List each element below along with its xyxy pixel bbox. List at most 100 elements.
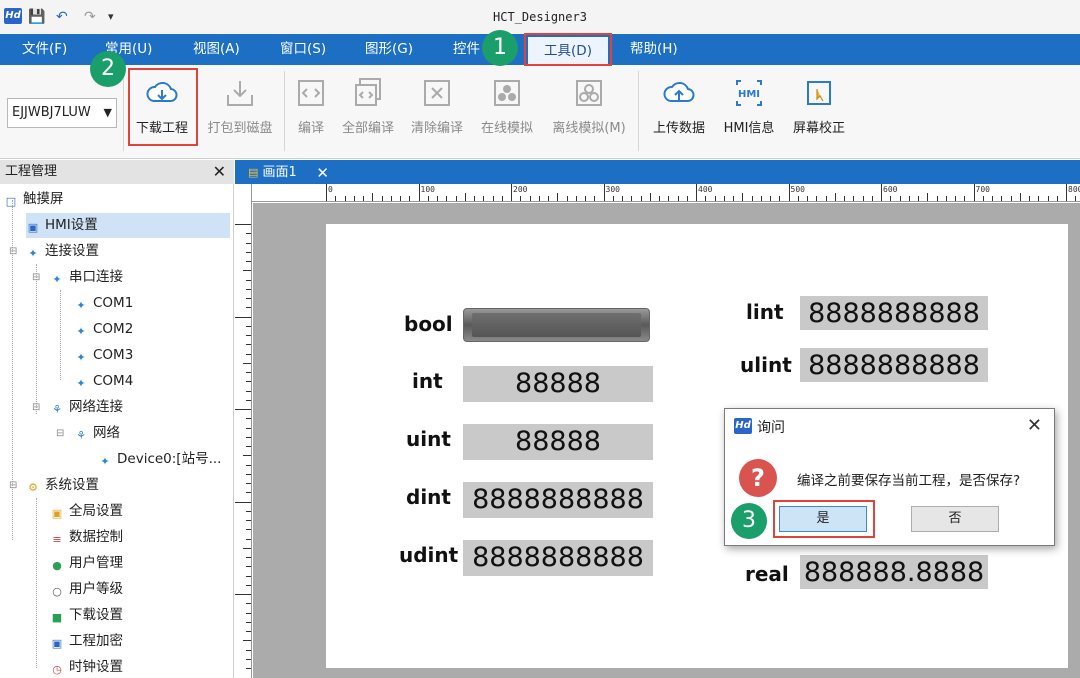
- tree-item-network[interactable]: ⚘ 网络: [74, 421, 120, 446]
- ruler-label: 100: [420, 185, 435, 194]
- tree-item-com3[interactable]: ✦ COM3: [74, 343, 133, 368]
- hmi-info-button[interactable]: HMI HMI信息: [718, 75, 780, 147]
- tree-item-device0[interactable]: ✦ Device0:[站号...: [98, 447, 221, 472]
- ruler-tick: [390, 196, 392, 201]
- value-lint[interactable]: 8888888888: [800, 296, 988, 330]
- tree-item-connection-settings[interactable]: ✦ 连接设置: [26, 239, 99, 264]
- menu-file[interactable]: 文件(F): [16, 34, 73, 65]
- tree-item-com2[interactable]: ✦ COM2: [74, 317, 133, 342]
- ruler-tick: [246, 473, 251, 475]
- ruler-tick: [927, 193, 929, 201]
- plug-icon: ✦: [100, 455, 110, 468]
- value-uint[interactable]: 88888: [463, 424, 653, 460]
- ruler-tick: [246, 298, 251, 299]
- tree-item-label: 网络连接: [69, 399, 123, 415]
- tree-item-project-encryption[interactable]: ▣ 工程加密: [50, 629, 123, 654]
- tree-item-hmi-settings[interactable]: ▣ HMI设置: [26, 213, 230, 238]
- tree-item-label: COM1: [93, 295, 134, 311]
- tab-screen1[interactable]: ▤ 画面1 ✕: [243, 162, 333, 184]
- ruler-tick: [246, 584, 251, 586]
- tree-item-download-settings[interactable]: ■ 下载设置: [50, 603, 123, 628]
- tree-item-data-control[interactable]: ≡ 数据控制: [50, 525, 123, 550]
- tree-item-global-settings[interactable]: ▣ 全局设置: [50, 499, 123, 524]
- collapse-icon[interactable]: ⊟: [56, 421, 64, 446]
- ruler-tick: [492, 196, 494, 201]
- close-icon[interactable]: ✕: [213, 160, 226, 184]
- collapse-icon[interactable]: ⊟: [32, 265, 40, 290]
- tree-item-label: 下载设置: [69, 607, 123, 623]
- menu-window[interactable]: 窗口(S): [274, 34, 332, 65]
- compile-button[interactable]: 编译: [290, 75, 332, 147]
- close-icon[interactable]: ✕: [1027, 415, 1042, 436]
- ruler-tick: [353, 196, 355, 201]
- ruler-tick: [246, 427, 251, 429]
- menu-view[interactable]: 视图(A): [187, 34, 246, 65]
- ruler-tick: [1047, 196, 1049, 201]
- tree-item-user-management[interactable]: ● 用户管理: [50, 551, 123, 576]
- device-select-value: EJJWBJ7LUW: [12, 105, 91, 120]
- ruler-tick: [538, 196, 540, 201]
- users-icon: ○: [52, 585, 62, 598]
- tree-item-clock-settings[interactable]: ◷ 时钟设置: [50, 655, 123, 678]
- offline-simulation-button[interactable]: 离线模拟(M): [547, 75, 631, 147]
- no-button[interactable]: 否: [911, 506, 999, 532]
- value-dint[interactable]: 8888888888: [463, 482, 653, 518]
- plug-icon: ✦: [76, 299, 86, 312]
- ruler-tick: [409, 196, 411, 201]
- tree-item-serial-connection[interactable]: ✦ 串口连接: [50, 265, 123, 290]
- value-udint[interactable]: 8888888888: [463, 540, 653, 576]
- menu-help[interactable]: 帮助(H): [624, 34, 684, 65]
- ruler-tick: [973, 184, 975, 201]
- ruler-tick: [520, 196, 522, 201]
- tree-item-user-levels[interactable]: ○ 用户等级: [50, 577, 123, 602]
- ruler-tick: [246, 631, 251, 632]
- ruler-tick: [246, 372, 251, 373]
- compile-all-button[interactable]: 全部编译: [338, 75, 398, 147]
- pack-to-disk-button[interactable]: 打包到磁盘: [202, 75, 278, 147]
- ruler-tick: [246, 381, 251, 383]
- ruler-tick: [548, 196, 549, 201]
- ruler-tick: [246, 436, 251, 438]
- menu-controls[interactable]: 控件: [447, 34, 486, 65]
- online-simulation-button[interactable]: 在线模拟: [477, 75, 537, 147]
- hmi-info-label: HMI信息: [723, 121, 775, 136]
- clear-compile-button[interactable]: 清除编译: [407, 75, 467, 147]
- ruler-tick: [1019, 193, 1021, 201]
- tree-item-label: HMI设置: [45, 217, 98, 233]
- ruler-tick: [437, 196, 438, 201]
- ruler-tick: [982, 196, 984, 201]
- value-int[interactable]: 88888: [463, 366, 653, 402]
- code-all-icon: [355, 78, 381, 106]
- network-icon: ⚘: [52, 403, 62, 416]
- tree-item-label: COM4: [93, 373, 134, 389]
- tree-item-touchscreen[interactable]: □ 触摸屏: [4, 187, 64, 212]
- ruler-tick: [622, 196, 623, 201]
- ruler-tick: [246, 399, 251, 401]
- ruler-tick: [1038, 196, 1040, 201]
- ruler-tick: [246, 307, 251, 309]
- bool-indicator[interactable]: [463, 308, 650, 342]
- ruler-tick: [235, 316, 251, 318]
- touchscreen-icon: □: [5, 195, 17, 208]
- tree-item-com1[interactable]: ✦ COM1: [74, 291, 133, 316]
- tree-item-network-connection[interactable]: ⚘ 网络连接: [50, 395, 123, 420]
- pack-download-icon: [227, 81, 253, 106]
- hmi-info-icon: HMI: [736, 80, 762, 106]
- collapse-icon[interactable]: ⊟: [9, 473, 17, 498]
- clear-icon: [424, 80, 450, 106]
- step-badge-2: 2: [90, 51, 126, 87]
- simulation-offline-icon: [576, 80, 602, 106]
- screen-calibration-label: 屏幕校正: [792, 121, 845, 136]
- tree-guide-line: [60, 290, 61, 380]
- collapse-icon[interactable]: ⊟: [9, 239, 17, 264]
- tree-item-com4[interactable]: ✦ COM4: [74, 369, 133, 394]
- menu-graphics[interactable]: 图形(G): [359, 34, 419, 65]
- device-select[interactable]: EJJWBJ7LUW ▼: [7, 98, 117, 128]
- value-ulint[interactable]: 8888888888: [800, 348, 988, 382]
- collapse-icon[interactable]: ⊟: [32, 395, 40, 420]
- upload-data-button[interactable]: 上传数据: [648, 75, 710, 147]
- tree-item-system-settings[interactable]: ⚙ 系统设置: [26, 473, 99, 498]
- value-real[interactable]: 888888.8888: [800, 555, 988, 589]
- screen-calibration-button[interactable]: 屏幕校正: [788, 75, 850, 147]
- close-tab-icon[interactable]: ✕: [316, 162, 329, 184]
